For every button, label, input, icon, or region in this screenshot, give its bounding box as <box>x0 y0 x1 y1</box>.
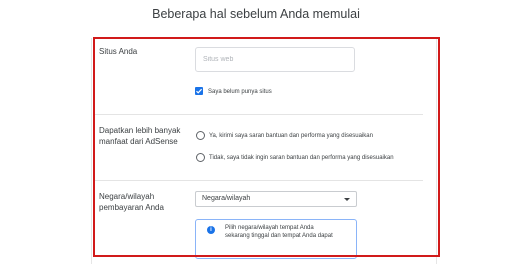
country-select[interactable]: Negara/wilayah <box>195 191 357 207</box>
country-label-line2: pembayaran Anda <box>99 203 164 212</box>
country-info-box: i Pilih negara/wilayah tempat Anda sekar… <box>195 219 357 259</box>
website-input[interactable] <box>195 47 355 72</box>
country-select-value: Negara/wilayah <box>202 195 251 202</box>
radio-yes-personalized-label[interactable]: Ya, kirimi saya saran bantuan dan perfor… <box>209 132 373 140</box>
no-site-checkbox-label[interactable]: Saya belum punya situs <box>208 88 272 96</box>
personalized-help-label-line1: Dapatkan lebih banyak <box>99 126 181 135</box>
radio-no-personalized[interactable] <box>196 153 205 162</box>
dropdown-arrow-icon <box>344 198 350 201</box>
row-divider <box>95 180 423 181</box>
row-divider <box>95 114 423 115</box>
checkmark-icon <box>196 88 203 94</box>
country-info-line2: sekarang tinggal dan tempat Anda dapat <box>225 233 333 239</box>
country-label-line1: Negara/wilayah <box>99 192 155 201</box>
personalized-help-label-line2: manfaat dari AdSense <box>99 137 178 146</box>
page-heading: Beberapa hal sebelum Anda memulai <box>152 7 360 21</box>
country-info-line1: Pilih negara/wilayah tempat Anda <box>225 225 314 231</box>
site-label: Situs Anda <box>99 47 138 56</box>
radio-yes-personalized[interactable] <box>196 131 205 140</box>
radio-no-personalized-label[interactable]: Tidak, saya tidak ingin saran bantuan da… <box>209 154 394 162</box>
no-site-checkbox[interactable] <box>195 87 203 95</box>
info-icon: i <box>207 226 215 234</box>
